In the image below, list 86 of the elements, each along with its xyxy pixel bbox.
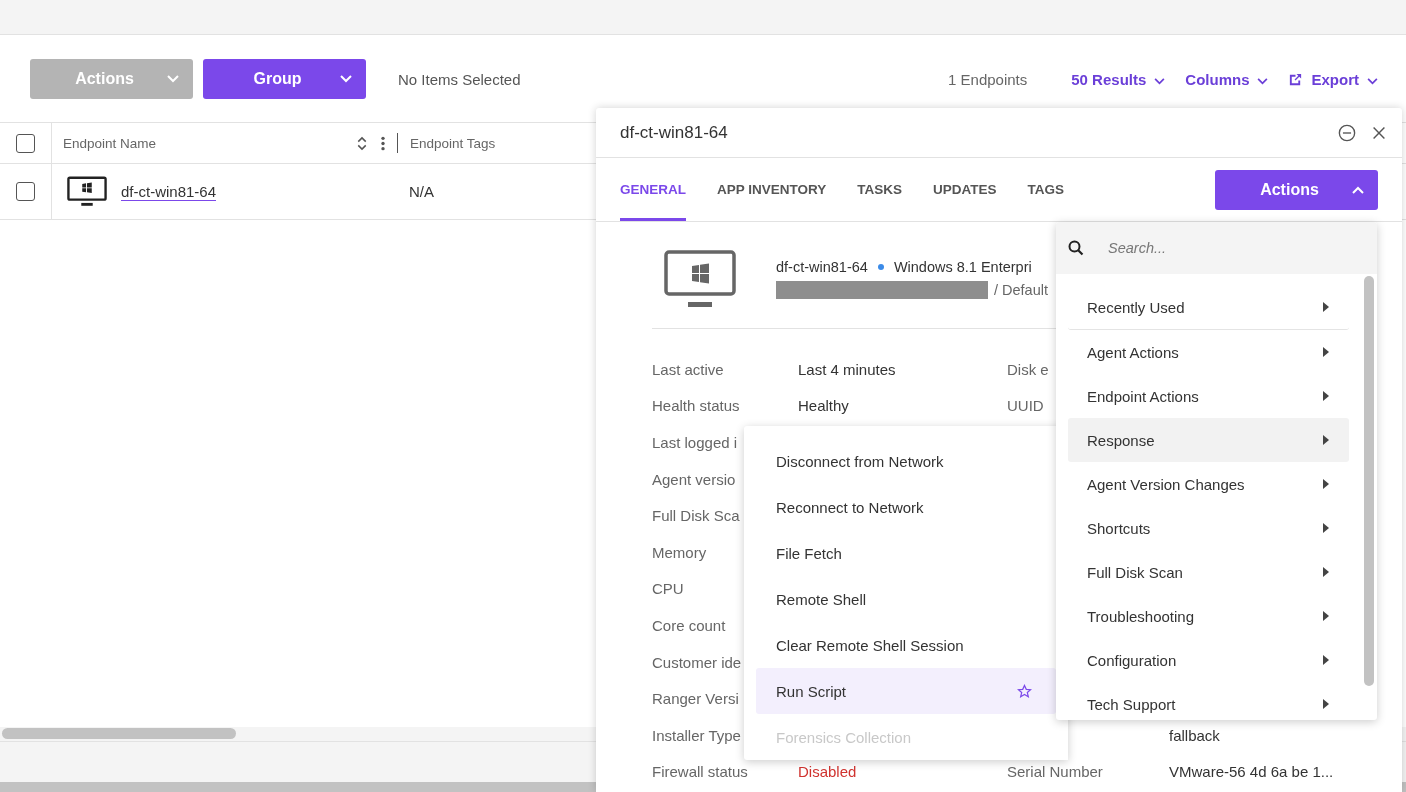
detail-value: Last 4 minutes: [798, 360, 896, 378]
chevron-up-icon: [1352, 185, 1364, 194]
detail-label: Firewall status: [652, 763, 748, 781]
detail-label: Disk e: [1007, 360, 1049, 378]
detail-label: Memory: [652, 543, 707, 561]
tab[interactable]: UPDATES: [933, 158, 997, 221]
scrollbar[interactable]: [1364, 276, 1374, 686]
menu-item[interactable]: Configuration: [1068, 638, 1349, 682]
caret-right-icon: [1323, 302, 1329, 312]
menu-item[interactable]: Shortcuts: [1068, 506, 1349, 550]
caret-right-icon: [1323, 611, 1329, 621]
tags-cell: N/A: [409, 183, 434, 200]
monitor-icon: [67, 176, 107, 207]
tab[interactable]: TAGS: [1027, 158, 1065, 221]
panel-title: df-ct-win81-64: [620, 122, 728, 143]
detail-value: VMware-56 4d 6a be 1...: [1169, 763, 1334, 781]
chevron-down-icon: [340, 75, 352, 83]
menu-item[interactable]: File Fetch: [756, 530, 1056, 576]
detail-label: Last active: [652, 360, 724, 378]
column-header[interactable]: Endpoint Tags: [410, 135, 496, 151]
detail-label: CPU: [652, 580, 684, 598]
endpoint-link[interactable]: df-ct-win81-64: [121, 182, 217, 201]
detail-label: Health status: [652, 397, 740, 415]
results-dropdown[interactable]: 50 Results: [1071, 70, 1166, 88]
detail-label: Core count: [652, 616, 726, 634]
caret-right-icon: [1323, 655, 1329, 665]
menu-item[interactable]: Disconnect from Network: [756, 438, 1056, 484]
chevron-down-icon: [1367, 77, 1378, 85]
more-icon[interactable]: [381, 135, 385, 151]
detail-value: fallback: [1169, 726, 1220, 744]
detail-label: UUID: [1007, 397, 1044, 415]
menu-item[interactable]: Response: [1068, 418, 1349, 462]
menu-item[interactable]: Run Script: [756, 668, 1056, 714]
star-icon[interactable]: [1017, 683, 1032, 699]
actions-button[interactable]: Actions: [1215, 169, 1378, 210]
os-name: Windows 8.1 Enterpri: [893, 259, 1032, 275]
menu-item[interactable]: Agent Actions: [1068, 330, 1349, 374]
monitor-icon: [664, 250, 736, 308]
column-header[interactable]: Endpoint Name: [63, 135, 157, 151]
site-path: / Default: [994, 282, 1048, 298]
menu-item[interactable]: Agent Version Changes: [1068, 462, 1349, 506]
scrollbar[interactable]: [2, 728, 236, 739]
endpoint-count: 1 Endpoints: [948, 70, 1028, 88]
detail-label: Serial Number: [1007, 763, 1103, 781]
export-dropdown[interactable]: Export: [1288, 70, 1378, 88]
selection-status: No Items Selected: [398, 70, 521, 88]
menu-item[interactable]: Full Disk Scan: [1068, 550, 1349, 594]
caret-right-icon: [1323, 479, 1329, 489]
group-button[interactable]: Group: [203, 59, 366, 99]
columns-dropdown[interactable]: Columns: [1185, 70, 1269, 88]
minimize-icon[interactable]: [1338, 123, 1356, 142]
detail-label: Installer Type: [652, 726, 741, 744]
sort-icon[interactable]: [357, 135, 367, 151]
caret-right-icon: [1323, 523, 1329, 533]
chevron-down-icon: [167, 75, 179, 83]
menu-item[interactable]: Troubleshooting: [1068, 594, 1349, 638]
export-icon: [1288, 71, 1304, 87]
detail-label: Agent versio: [652, 470, 736, 488]
chevron-down-icon: [1257, 77, 1269, 85]
chevron-down-icon: [1154, 77, 1166, 85]
menu-item[interactable]: Clear Remote Shell Session: [756, 622, 1056, 668]
checkbox[interactable]: [16, 133, 35, 153]
detail-value: Disabled: [798, 763, 857, 781]
detail-label: Ranger Versi: [652, 690, 739, 708]
tab[interactable]: TASKS: [857, 158, 903, 221]
menu-item[interactable]: Remote Shell: [756, 576, 1056, 622]
detail-label: Last logged i: [652, 434, 738, 451]
menu-item[interactable]: Tech Support: [1068, 682, 1349, 720]
caret-right-icon: [1323, 347, 1329, 357]
tab[interactable]: GENERAL: [620, 158, 686, 221]
search-field[interactable]: Search...: [1056, 222, 1377, 274]
caret-right-icon: [1323, 435, 1329, 445]
status-dot: [877, 264, 884, 270]
detail-label: Customer ide: [652, 653, 742, 671]
detail-value: Healthy: [798, 397, 849, 415]
caret-right-icon: [1323, 699, 1329, 709]
endpoint-name: df-ct-win81-64: [776, 259, 868, 275]
detail-label: Full Disk Sca: [652, 507, 740, 525]
caret-right-icon: [1323, 391, 1329, 401]
menu-item[interactable]: Reconnect to Network: [756, 484, 1056, 530]
search-icon: [1068, 240, 1084, 256]
menu-item[interactable]: Endpoint Actions: [1068, 374, 1349, 418]
tab[interactable]: APP INVENTORY: [717, 158, 827, 221]
menu-item[interactable]: Recently Used: [1068, 285, 1349, 330]
checkbox[interactable]: [16, 182, 35, 201]
caret-right-icon: [1323, 567, 1329, 577]
